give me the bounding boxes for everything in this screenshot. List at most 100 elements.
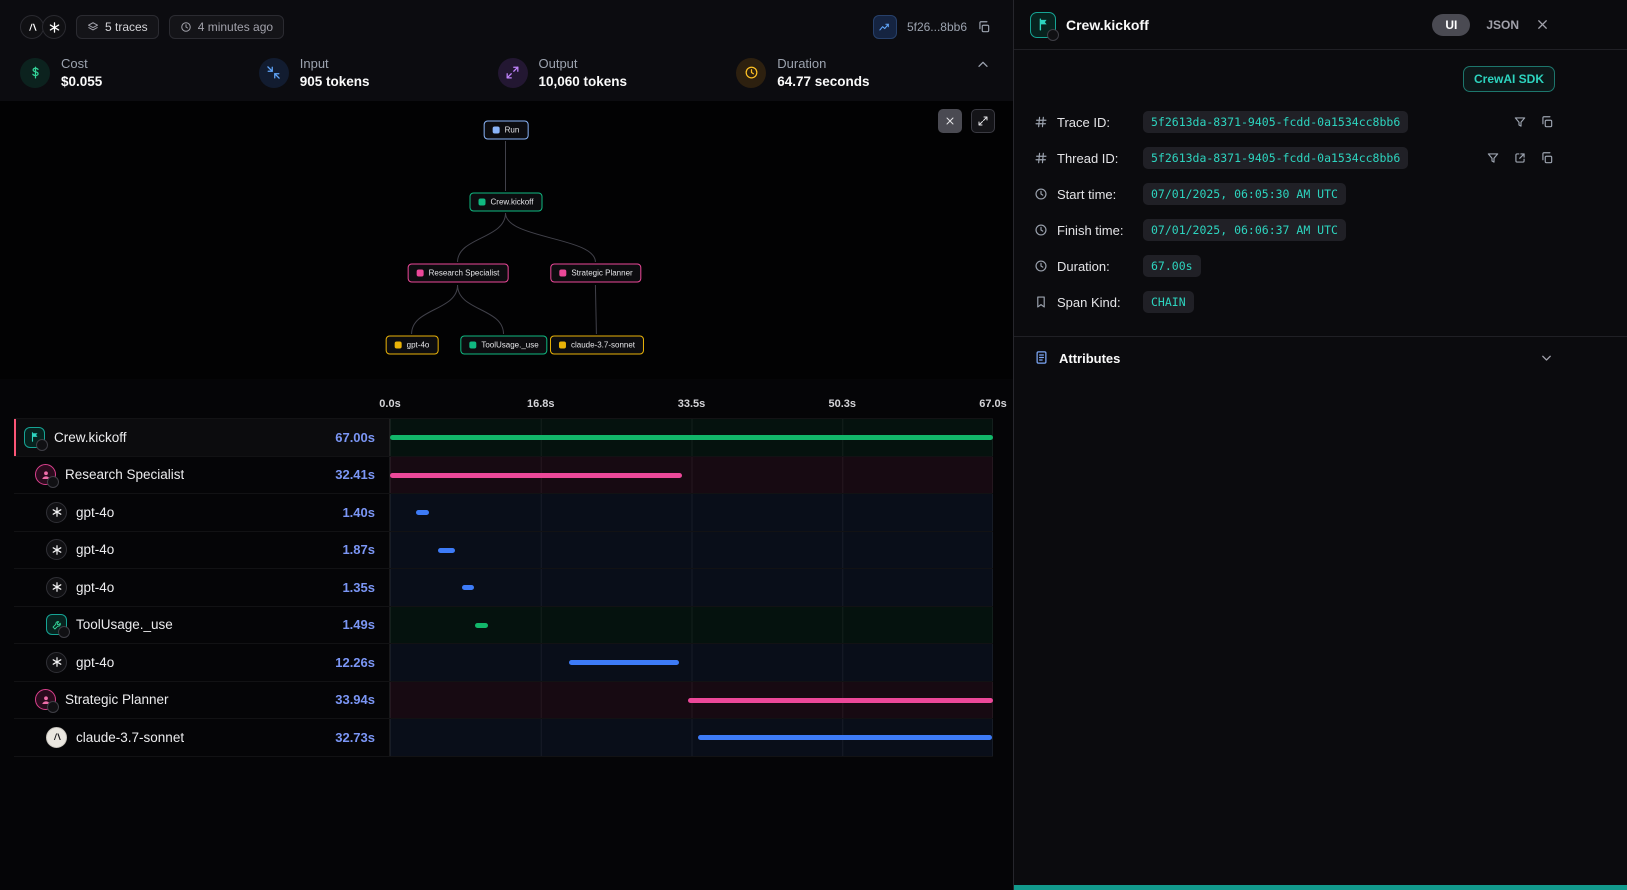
node-type-dot	[469, 342, 476, 349]
arrows-out-icon	[498, 58, 528, 88]
span-name: Crew.kickoff	[54, 430, 127, 445]
span-duration: 67.00s	[335, 430, 375, 445]
graph-node[interactable]: Crew.kickoff	[470, 193, 543, 212]
span-duration: 1.35s	[342, 580, 375, 595]
attributes-section[interactable]: Attributes	[1014, 336, 1627, 379]
view-toggle: UI JSON	[1432, 14, 1551, 36]
agent-icon	[35, 689, 56, 710]
node-label: gpt-4o	[407, 341, 430, 350]
trend-button[interactable]	[873, 15, 897, 39]
clock-icon	[180, 21, 192, 33]
timeline-row[interactable]: gpt-4o 1.87s	[14, 532, 993, 570]
graph-node[interactable]: ToolUsage._use	[460, 336, 547, 355]
timeline-row-label-cell: gpt-4o 1.40s	[14, 494, 390, 531]
timeline-row[interactable]: Research Specialist 32.41s	[14, 457, 993, 495]
timeline-row[interactable]: ToolUsage._use 1.49s	[14, 607, 993, 645]
openai-icon	[46, 577, 67, 598]
timeline-row-label-cell: gpt-4o 1.87s	[14, 532, 390, 569]
external-icon[interactable]	[1513, 151, 1528, 166]
detail-field: Trace ID: 5f2613da-8371-9405-fcdd-0a1534…	[1034, 104, 1555, 140]
span-duration: 33.94s	[335, 692, 375, 707]
details-title: Crew.kickoff	[1066, 17, 1149, 33]
span-name: Strategic Planner	[65, 692, 169, 707]
metrics-row: Cost $0.055 Input 905 tokens Output 10,0…	[20, 56, 993, 89]
horizontal-scrollbar[interactable]	[1014, 885, 1627, 890]
clock-icon	[1034, 259, 1049, 274]
span-duration: 12.26s	[335, 655, 375, 670]
timeline-row[interactable]: Strategic Planner 33.94s	[14, 682, 993, 720]
field-value: 07/01/2025, 06:06:37 AM UTC	[1143, 219, 1346, 241]
node-type-dot	[395, 342, 402, 349]
tab-json[interactable]: JSON	[1486, 18, 1519, 32]
expand-graph-button[interactable]	[971, 109, 995, 133]
node-label: Strategic Planner	[571, 269, 632, 278]
timeline-row-chart	[390, 569, 993, 606]
field-value: CHAIN	[1143, 291, 1194, 313]
close-icon[interactable]	[1535, 17, 1551, 33]
timeline-row-label-cell: gpt-4o 1.35s	[14, 569, 390, 606]
timeline-row[interactable]: gpt-4o 12.26s	[14, 644, 993, 682]
span-name: Research Specialist	[65, 467, 184, 482]
clock-icon	[1034, 223, 1049, 238]
copy-icon[interactable]	[1540, 115, 1555, 130]
timeline-row[interactable]: gpt-4o 1.35s	[14, 569, 993, 607]
duration-bar	[698, 735, 993, 740]
metric-value: 905 tokens	[300, 74, 370, 89]
graph-node[interactable]: Strategic Planner	[550, 264, 641, 283]
detail-field: Finish time: 07/01/2025, 06:06:37 AM UTC	[1034, 212, 1555, 248]
field-label: Start time:	[1057, 187, 1135, 202]
copy-icon[interactable]	[1540, 151, 1555, 166]
time-badge-label: 4 minutes ago	[198, 20, 273, 34]
traces-badge-label: 5 traces	[105, 20, 148, 34]
graph-node[interactable]: gpt-4o	[386, 336, 439, 355]
field-label: Duration:	[1057, 259, 1135, 274]
trace-graph: Run Crew.kickoff Research Specialist Strate…	[0, 101, 1013, 379]
span-name: gpt-4o	[76, 580, 114, 595]
graph-node[interactable]: Research Specialist	[408, 264, 509, 283]
span-name: gpt-4o	[76, 655, 114, 670]
span-duration: 1.87s	[342, 542, 375, 557]
axis-tick: 16.8s	[527, 398, 555, 410]
timeline-row-label-cell: Research Specialist 32.41s	[14, 457, 390, 494]
close-graph-button[interactable]	[938, 109, 962, 133]
detail-field: Duration: 67.00s	[1034, 248, 1555, 284]
field-value: 5f2613da-8371-9405-fcdd-0a1534cc8bb6	[1143, 111, 1408, 133]
detail-field: Span Kind: CHAIN	[1034, 284, 1555, 320]
duration-bar	[688, 698, 993, 703]
copy-trace-id-button[interactable]	[977, 19, 993, 35]
node-type-dot	[417, 270, 424, 277]
collapse-metrics-button[interactable]	[975, 56, 993, 74]
bookmark-icon	[1034, 295, 1049, 310]
clock-icon	[736, 58, 766, 88]
metric-value: 64.77 seconds	[777, 74, 869, 89]
field-value: 5f2613da-8371-9405-fcdd-0a1534cc8bb6	[1143, 147, 1408, 169]
graph-node[interactable]: Run	[484, 121, 529, 140]
field-label: Trace ID:	[1057, 115, 1135, 130]
timeline-row-chart	[390, 419, 993, 456]
detail-field: Thread ID: 5f2613da-8371-9405-fcdd-0a153…	[1034, 140, 1555, 176]
filter-icon[interactable]	[1486, 151, 1501, 166]
graph-node[interactable]: claude-3.7-sonnet	[550, 336, 644, 355]
timeline-row[interactable]: gpt-4o 1.40s	[14, 494, 993, 532]
timeline-rows: Crew.kickoff 67.00s Research Specialist …	[14, 418, 993, 757]
axis-tick: 33.5s	[678, 398, 706, 410]
metric-value: 10,060 tokens	[539, 74, 628, 89]
field-value: 07/01/2025, 06:05:30 AM UTC	[1143, 183, 1346, 205]
node-type-dot	[559, 342, 566, 349]
traces-badge[interactable]: 5 traces	[76, 15, 159, 39]
node-label: claude-3.7-sonnet	[571, 341, 635, 350]
field-label: Thread ID:	[1057, 151, 1135, 166]
time-badge: 4 minutes ago	[169, 15, 284, 39]
metric-label: Cost	[61, 56, 102, 71]
openai-icon	[46, 652, 67, 673]
tab-ui[interactable]: UI	[1432, 14, 1470, 36]
chevron-down-icon[interactable]	[1539, 350, 1555, 366]
node-label: ToolUsage._use	[481, 341, 538, 350]
timeline-axis-row: 0.0s16.8s33.5s50.3s67.0s	[14, 379, 993, 418]
timeline-row[interactable]: claude-3.7-sonnet 32.73s	[14, 719, 993, 757]
timeline-row-chart	[390, 532, 993, 569]
app: 5 traces 4 minutes ago 5f26...8bb6 Cost …	[0, 0, 1627, 890]
filter-icon[interactable]	[1513, 115, 1528, 130]
document-icon	[1034, 350, 1050, 366]
timeline-row[interactable]: Crew.kickoff 67.00s	[14, 419, 993, 457]
